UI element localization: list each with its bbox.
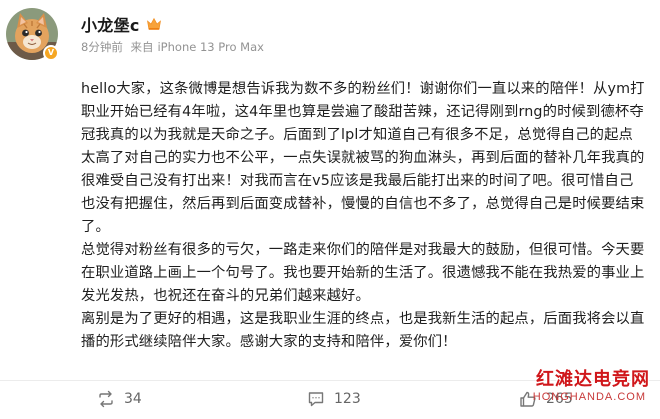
post-content: hello大家，这条微博是想告诉我为数不多的粉丝们！谢谢你们一直以来的陪伴！从y… <box>81 78 647 354</box>
post-device: iPhone 13 Pro Max <box>157 40 264 54</box>
repost-count: 34 <box>124 391 142 407</box>
post-time[interactable]: 8分钟前 <box>81 40 123 54</box>
avatar[interactable]: V <box>6 8 59 61</box>
like-count: 265 <box>546 391 573 407</box>
like-icon <box>520 391 536 407</box>
username[interactable]: 小龙堡c <box>81 12 140 36</box>
footer-divider <box>0 380 660 381</box>
post-paragraph: 总觉得对粉丝有很多的亏欠，一路走来你们的陪伴是对我最大的鼓励，但很可惜。今天要在… <box>81 242 645 304</box>
comment-button[interactable]: 123 <box>307 386 361 412</box>
verified-badge-icon: V <box>43 45 59 61</box>
repost-button[interactable]: 34 <box>97 386 142 412</box>
member-crown-icon[interactable] <box>146 17 162 31</box>
like-button[interactable]: 265 <box>519 386 573 412</box>
post-paragraph: 离别是为了更好的相遇，这是我职业生涯的终点，也是我新生活的起点，后面我将会以直播… <box>81 311 645 350</box>
repost-icon <box>99 390 113 408</box>
comment-count: 123 <box>334 391 361 407</box>
comment-icon <box>308 392 324 407</box>
source-prefix: 来自 <box>130 40 154 54</box>
user-header: 小龙堡c <box>81 13 162 35</box>
post-paragraph: hello大家，这条微博是想告诉我为数不多的粉丝们！谢谢你们一直以来的陪伴！从y… <box>81 81 645 235</box>
weibo-post-card: V 小龙堡c 8分钟前 来自 iPhone 13 Pro Max hello大家，… <box>0 0 660 419</box>
post-meta: 8分钟前 来自 iPhone 13 Pro Max <box>81 39 268 55</box>
